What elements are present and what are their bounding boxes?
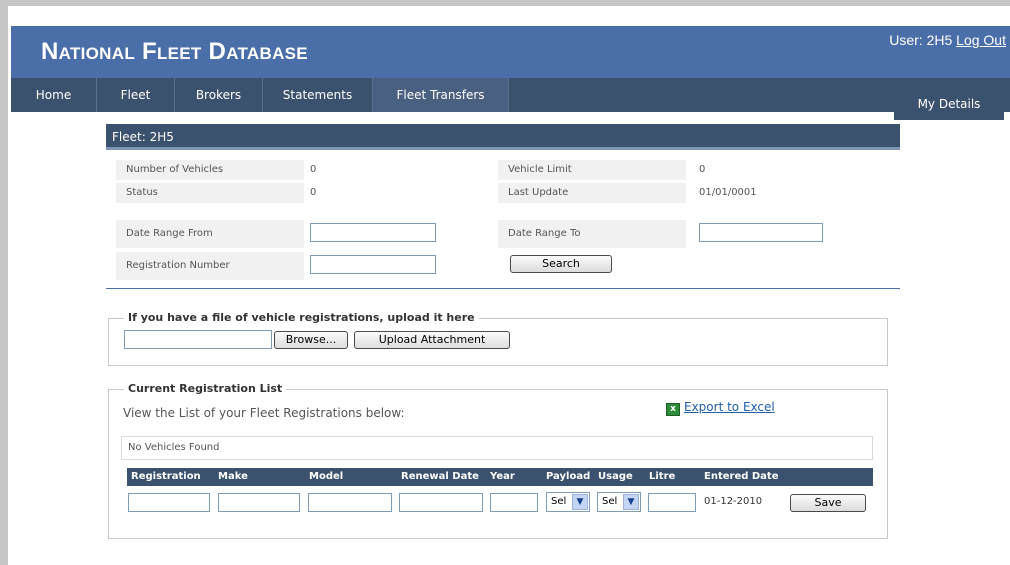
- col-make: Make: [218, 471, 248, 482]
- nav-statements[interactable]: Statements: [263, 78, 373, 112]
- num-vehicles-value: 0: [310, 164, 317, 175]
- date-from-label: Date Range From: [116, 220, 304, 248]
- chevron-down-icon: ▼: [572, 494, 588, 510]
- date-to-input[interactable]: [699, 223, 823, 242]
- upload-legend: If you have a file of vehicle registrati…: [124, 311, 479, 324]
- save-button[interactable]: Save: [790, 494, 866, 512]
- usage-select[interactable]: Sel ▼: [597, 492, 641, 512]
- last-update-label: Last Update: [498, 183, 686, 203]
- make-input[interactable]: [218, 493, 300, 512]
- col-model: Model: [309, 471, 344, 482]
- browse-button[interactable]: Browse...: [274, 331, 348, 349]
- payload-select-value: Sel: [551, 496, 567, 507]
- col-payload: Payload: [546, 471, 591, 482]
- litre-input[interactable]: [648, 493, 696, 512]
- col-renewal-date: Renewal Date: [401, 471, 479, 482]
- num-vehicles-label: Number of Vehicles: [116, 160, 304, 180]
- user-area: User: 2H5 Log Out: [889, 32, 1006, 48]
- col-usage: Usage: [598, 471, 633, 482]
- nav-fleet-transfers[interactable]: Fleet Transfers: [373, 78, 509, 112]
- col-year: Year: [490, 471, 515, 482]
- search-button[interactable]: Search: [510, 255, 612, 273]
- empty-message: No Vehicles Found: [121, 436, 873, 460]
- reg-number-input[interactable]: [310, 255, 436, 274]
- year-input[interactable]: [490, 493, 538, 512]
- nav-fleet[interactable]: Fleet: [97, 78, 175, 112]
- last-update-value: 01/01/0001: [699, 187, 757, 198]
- date-to-label: Date Range To: [498, 220, 686, 248]
- app-title: National Fleet Database: [41, 38, 308, 65]
- section-divider: [106, 288, 900, 289]
- vehicle-limit-value: 0: [699, 164, 706, 175]
- col-entered-date: Entered Date: [704, 471, 779, 482]
- date-from-input[interactable]: [310, 223, 436, 242]
- user-label: User: 2H5: [889, 32, 953, 48]
- excel-icon: x: [666, 403, 680, 416]
- registration-intro: View the List of your Fleet Registration…: [123, 406, 405, 420]
- col-litre: Litre: [649, 471, 676, 482]
- reg-number-label: Registration Number: [116, 252, 304, 280]
- nav-my-details[interactable]: My Details: [894, 88, 1004, 120]
- page-frame: National Fleet Database User: 2H5 Log Ou…: [8, 6, 1010, 565]
- main-nav: Home Fleet Brokers Statements Fleet Tran…: [11, 78, 1010, 112]
- status-label: Status: [116, 183, 304, 203]
- usage-select-value: Sel: [602, 496, 618, 507]
- logout-link[interactable]: Log Out: [956, 32, 1006, 48]
- nav-home[interactable]: Home: [11, 78, 97, 112]
- registration-legend: Current Registration List: [124, 382, 287, 395]
- upload-attachment-button[interactable]: Upload Attachment: [354, 331, 510, 349]
- registration-table-header: Registration Make Model Renewal Date Yea…: [127, 468, 873, 486]
- chevron-down-icon: ▼: [623, 494, 639, 510]
- renewal-date-input[interactable]: [399, 493, 483, 512]
- vehicle-limit-label: Vehicle Limit: [498, 160, 686, 180]
- app-header: National Fleet Database User: 2H5 Log Ou…: [11, 26, 1010, 78]
- payload-select[interactable]: Sel ▼: [546, 492, 590, 512]
- file-path-input[interactable]: [124, 330, 272, 349]
- col-registration: Registration: [131, 471, 201, 482]
- nav-brokers[interactable]: Brokers: [175, 78, 263, 112]
- export-to-excel-link[interactable]: Export to Excel: [684, 400, 775, 414]
- entered-date-value: 01-12-2010: [704, 496, 763, 507]
- model-input[interactable]: [308, 493, 392, 512]
- registration-input[interactable]: [128, 493, 210, 512]
- status-value: 0: [310, 187, 317, 198]
- fleet-title-bar: Fleet: 2H5: [106, 124, 900, 150]
